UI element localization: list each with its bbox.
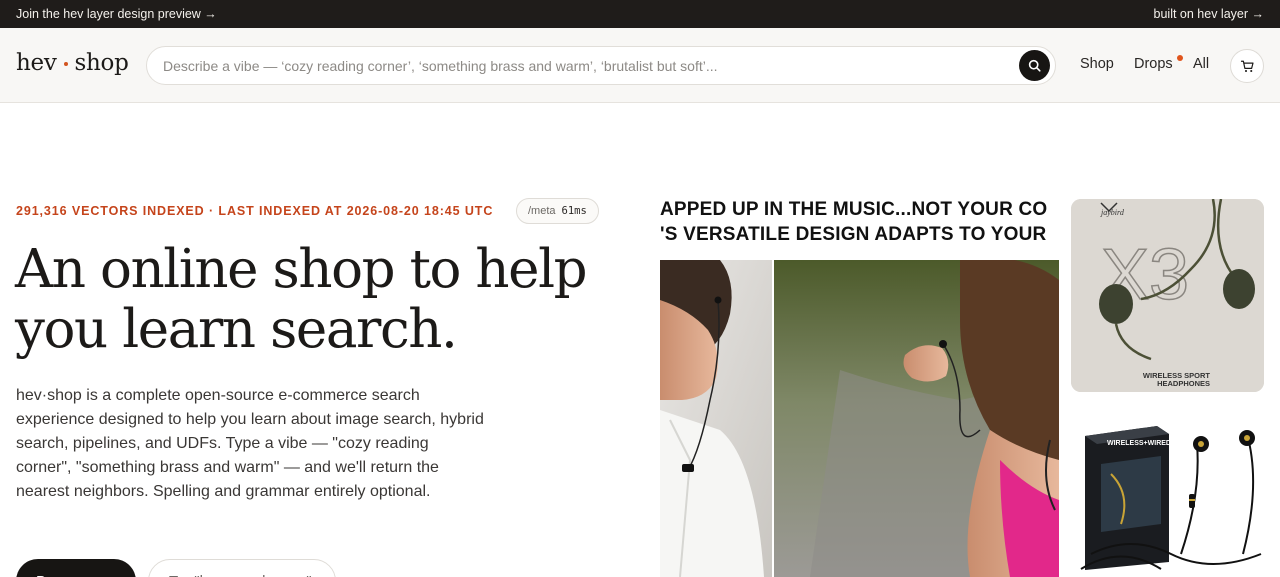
cart-icon	[1240, 60, 1254, 72]
meta-latency-badge[interactable]: /meta 61ms	[516, 198, 599, 224]
nav-drops[interactable]: Drops	[1134, 56, 1173, 72]
logo-text-right: shop	[74, 50, 129, 76]
ad-text-line: 'S VERSATILE DESIGN ADAPTS TO YOUR	[660, 224, 1047, 245]
product-package-label: WIRELESS SPORT HEADPHONES	[1142, 371, 1210, 388]
search-button[interactable]	[1019, 50, 1050, 81]
example-query-button[interactable]: Try "brass and warm"	[148, 559, 336, 577]
product-photo: X3	[1071, 199, 1264, 392]
product-photo	[660, 260, 1059, 577]
index-stats: 291,316 VECTORS INDEXED · LAST INDEXED A…	[16, 204, 494, 218]
notification-dot-icon	[1177, 55, 1183, 61]
top-banner: Join the hev layer design preview → buil…	[0, 0, 1280, 28]
product-photo	[1071, 404, 1264, 577]
logo-text-left: hev	[16, 50, 57, 76]
product-brand-label: jaybird	[1101, 208, 1124, 217]
site-header: hev shop Shop Drops All	[0, 28, 1280, 103]
meta-label: /meta	[528, 205, 556, 217]
meta-time: 61ms	[561, 205, 587, 217]
hero-description: hev·shop is a complete open-source e-com…	[16, 387, 484, 500]
search-bar	[146, 46, 1056, 85]
browse-button[interactable]: Browse	[16, 559, 136, 577]
search-icon	[1028, 59, 1041, 72]
logo[interactable]: hev shop	[16, 50, 129, 76]
product-card-wired-earbuds[interactable]: WIRELESS+WIRED	[1071, 404, 1264, 577]
product-card-boxed-earphones[interactable]: X3 jaybird WIRELESS SPORT HEADPHONES	[1071, 199, 1264, 392]
nav-all[interactable]: All	[1193, 56, 1209, 72]
product-card-earphones-lifestyle[interactable]: APPED UP IN THE MUSIC...NOT YOUR CO 'S V…	[660, 199, 1059, 577]
logo-dot-icon	[63, 62, 68, 66]
ad-text-line: APPED UP IN THE MUSIC...NOT YOUR CO	[660, 199, 1048, 220]
nav-shop[interactable]: Shop	[1080, 56, 1114, 72]
search-input[interactable]	[147, 47, 1019, 84]
hero-headline: An online shop to help you learn search.	[15, 239, 588, 360]
package-text: WIRELESS+WIRED	[1107, 440, 1171, 447]
cart-button[interactable]	[1230, 49, 1264, 83]
design-preview-link[interactable]: Join the hev layer design preview →	[16, 7, 217, 21]
built-on-link[interactable]: built on hev layer →	[1154, 7, 1264, 21]
